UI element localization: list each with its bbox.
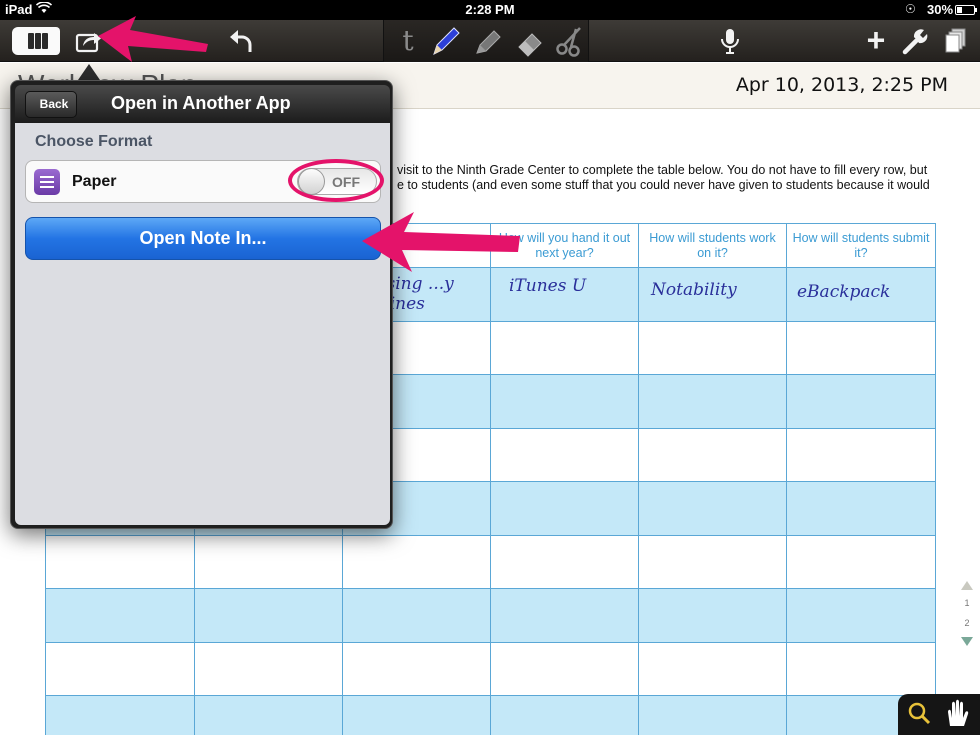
table-cell[interactable]: Notability: [638, 267, 787, 322]
table-cell[interactable]: [490, 534, 639, 589]
wrench-icon: [902, 29, 928, 55]
table-cell[interactable]: [45, 534, 195, 589]
library-button[interactable]: [12, 27, 60, 55]
back-button[interactable]: Back: [25, 91, 77, 118]
rotation-lock-icon: ☉: [905, 2, 916, 16]
export-icon: [75, 33, 101, 53]
handwritten-entry: iTunes U: [509, 276, 587, 296]
library-icon: [26, 33, 50, 49]
table-row: [45, 695, 936, 735]
annotation-circle: [288, 159, 384, 202]
table-cell[interactable]: [638, 588, 787, 643]
table-cell[interactable]: [194, 695, 343, 735]
pages-icon: [945, 28, 966, 53]
add-button[interactable]: +: [862, 24, 890, 56]
table-cell[interactable]: [490, 427, 639, 482]
undo-button[interactable]: [228, 27, 256, 55]
tool-group: t: [383, 20, 589, 62]
instructions-text: visit to the Ninth Grade Center to compl…: [397, 163, 977, 193]
pages-button[interactable]: [942, 27, 968, 55]
table-cell[interactable]: [490, 588, 639, 643]
instructions-line: visit to the Ninth Grade Center to compl…: [397, 163, 928, 177]
popover-title: Open in Another App: [111, 93, 291, 113]
table-cell[interactable]: [638, 641, 787, 696]
toolbar: t +: [0, 20, 980, 62]
table-header-cell: How will students work on it?: [638, 223, 787, 268]
handwritten-entry: Notability: [651, 280, 737, 300]
table-cell[interactable]: [638, 320, 787, 375]
page-number: 1: [964, 598, 970, 608]
settings-button[interactable]: [902, 27, 928, 55]
page-up-icon[interactable]: [961, 581, 973, 590]
table-cell[interactable]: eBackpack: [786, 267, 936, 322]
table-cell[interactable]: [786, 374, 936, 429]
status-bar: iPad 2:28 PM ☉ 30%: [0, 0, 980, 20]
page-scroller[interactable]: 1 2: [958, 581, 976, 649]
table-cell[interactable]: [786, 427, 936, 482]
table-cell[interactable]: [45, 695, 195, 735]
format-label: Paper: [72, 173, 117, 190]
table-cell[interactable]: [342, 534, 491, 589]
table-row: [45, 641, 936, 696]
table-cell[interactable]: [638, 534, 787, 589]
table-cell[interactable]: [786, 534, 936, 589]
zoom-icon[interactable]: [908, 702, 931, 725]
battery-percent: 30%: [927, 2, 954, 17]
table-cell[interactable]: [342, 588, 491, 643]
page-down-icon[interactable]: [961, 637, 973, 646]
handwritten-entry: eBackpack: [797, 282, 891, 302]
status-time: 2:28 PM: [465, 2, 515, 17]
table-row: [45, 534, 936, 589]
note-date: Apr 10, 2013, 2:25 PM: [735, 74, 948, 96]
table-row: [45, 588, 936, 643]
table-cell[interactable]: [638, 427, 787, 482]
scissors-icon[interactable]: [554, 25, 586, 57]
table-cell[interactable]: [786, 481, 936, 536]
table-cell[interactable]: [490, 320, 639, 375]
table-cell[interactable]: [194, 588, 343, 643]
table-cell[interactable]: [45, 641, 195, 696]
highlighter-icon[interactable]: [472, 25, 504, 57]
popover-nav-bar: Back Open in Another App: [15, 85, 390, 123]
table-cell[interactable]: [490, 695, 639, 735]
table-cell[interactable]: [786, 320, 936, 375]
table-cell[interactable]: [786, 641, 936, 696]
format-row-paper[interactable]: Paper OFF: [25, 159, 384, 203]
microphone-icon: [721, 29, 739, 54]
open-in-app-popover: Back Open in Another App Choose Format P…: [10, 80, 393, 529]
table-cell[interactable]: [342, 695, 491, 735]
microphone-button[interactable]: [718, 27, 742, 55]
hand-icon[interactable]: [948, 699, 969, 726]
table-cell[interactable]: [490, 481, 639, 536]
table-cell[interactable]: [490, 374, 639, 429]
zoom-hand-toolbar: [898, 694, 980, 735]
pen-icon[interactable]: [430, 25, 462, 57]
export-button[interactable]: [74, 28, 102, 54]
plus-icon: +: [866, 22, 886, 58]
popover-body: Choose Format Paper OFF Open Note In...: [15, 123, 390, 525]
table-header-cell: How will you hand it out next year?: [490, 223, 639, 268]
instructions-line: e to students (and even some stuff that …: [397, 178, 930, 192]
table-cell[interactable]: [194, 534, 343, 589]
popover-arrow: [78, 64, 100, 80]
table-cell[interactable]: [194, 641, 343, 696]
eraser-icon[interactable]: [514, 25, 546, 57]
undo-icon: [230, 30, 252, 52]
page-number: 2: [964, 618, 970, 628]
table-cell[interactable]: iTunes U: [490, 267, 639, 322]
text-tool-icon[interactable]: t: [392, 25, 424, 57]
table-header-cell: How will students submit it?: [786, 223, 936, 268]
open-note-in-button[interactable]: Open Note In...: [25, 217, 381, 260]
battery-icon: [955, 5, 977, 15]
table-cell[interactable]: [786, 588, 936, 643]
section-header: Choose Format: [35, 133, 153, 150]
table-cell[interactable]: [638, 374, 787, 429]
table-cell[interactable]: [638, 695, 787, 735]
table-cell[interactable]: [45, 588, 195, 643]
table-cell[interactable]: [490, 641, 639, 696]
paper-app-icon: [34, 169, 60, 195]
table-cell[interactable]: [342, 641, 491, 696]
table-cell[interactable]: [638, 481, 787, 536]
